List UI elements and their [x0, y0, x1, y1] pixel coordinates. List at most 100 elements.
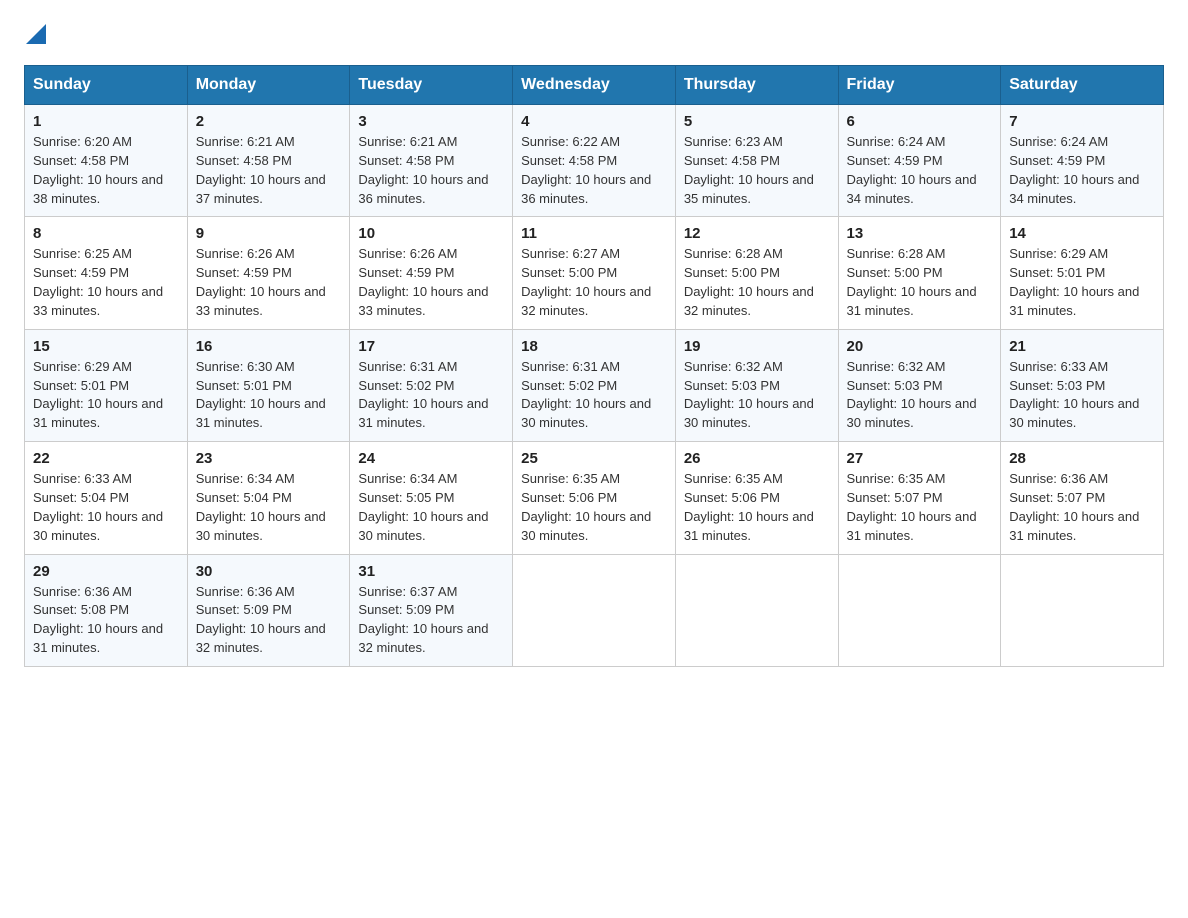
- calendar-cell: 1 Sunrise: 6:20 AMSunset: 4:58 PMDayligh…: [25, 105, 188, 217]
- day-number: 6: [847, 113, 993, 130]
- day-info: Sunrise: 6:35 AMSunset: 5:06 PMDaylight:…: [521, 471, 651, 543]
- calendar-cell: 3 Sunrise: 6:21 AMSunset: 4:58 PMDayligh…: [350, 105, 513, 217]
- day-info: Sunrise: 6:34 AMSunset: 5:04 PMDaylight:…: [196, 471, 326, 543]
- day-number: 1: [33, 113, 179, 130]
- calendar-cell: 29 Sunrise: 6:36 AMSunset: 5:08 PMDaylig…: [25, 554, 188, 666]
- day-number: 17: [358, 338, 504, 355]
- day-number: 11: [521, 225, 667, 242]
- calendar-cell: [1001, 554, 1164, 666]
- calendar-cell: 4 Sunrise: 6:22 AMSunset: 4:58 PMDayligh…: [513, 105, 676, 217]
- col-header-monday: Monday: [187, 66, 350, 105]
- day-number: 31: [358, 563, 504, 580]
- day-number: 16: [196, 338, 342, 355]
- day-info: Sunrise: 6:30 AMSunset: 5:01 PMDaylight:…: [196, 359, 326, 431]
- day-info: Sunrise: 6:21 AMSunset: 4:58 PMDaylight:…: [196, 134, 326, 206]
- calendar-cell: 8 Sunrise: 6:25 AMSunset: 4:59 PMDayligh…: [25, 217, 188, 329]
- col-header-saturday: Saturday: [1001, 66, 1164, 105]
- day-info: Sunrise: 6:21 AMSunset: 4:58 PMDaylight:…: [358, 134, 488, 206]
- calendar-table: SundayMondayTuesdayWednesdayThursdayFrid…: [24, 65, 1164, 667]
- calendar-cell: 20 Sunrise: 6:32 AMSunset: 5:03 PMDaylig…: [838, 329, 1001, 441]
- day-info: Sunrise: 6:24 AMSunset: 4:59 PMDaylight:…: [1009, 134, 1139, 206]
- calendar-cell: 23 Sunrise: 6:34 AMSunset: 5:04 PMDaylig…: [187, 442, 350, 554]
- calendar-cell: 11 Sunrise: 6:27 AMSunset: 5:00 PMDaylig…: [513, 217, 676, 329]
- calendar-cell: 16 Sunrise: 6:30 AMSunset: 5:01 PMDaylig…: [187, 329, 350, 441]
- calendar-cell: 25 Sunrise: 6:35 AMSunset: 5:06 PMDaylig…: [513, 442, 676, 554]
- calendar-cell: 21 Sunrise: 6:33 AMSunset: 5:03 PMDaylig…: [1001, 329, 1164, 441]
- day-number: 29: [33, 563, 179, 580]
- day-info: Sunrise: 6:32 AMSunset: 5:03 PMDaylight:…: [684, 359, 814, 431]
- day-info: Sunrise: 6:23 AMSunset: 4:58 PMDaylight:…: [684, 134, 814, 206]
- day-number: 28: [1009, 450, 1155, 467]
- calendar-cell: 10 Sunrise: 6:26 AMSunset: 4:59 PMDaylig…: [350, 217, 513, 329]
- calendar-cell: 5 Sunrise: 6:23 AMSunset: 4:58 PMDayligh…: [675, 105, 838, 217]
- logo: [24, 24, 46, 49]
- day-info: Sunrise: 6:24 AMSunset: 4:59 PMDaylight:…: [847, 134, 977, 206]
- col-header-friday: Friday: [838, 66, 1001, 105]
- day-number: 4: [521, 113, 667, 130]
- day-info: Sunrise: 6:26 AMSunset: 4:59 PMDaylight:…: [196, 246, 326, 318]
- calendar-cell: 13 Sunrise: 6:28 AMSunset: 5:00 PMDaylig…: [838, 217, 1001, 329]
- calendar-week-row: 29 Sunrise: 6:36 AMSunset: 5:08 PMDaylig…: [25, 554, 1164, 666]
- calendar-cell: 14 Sunrise: 6:29 AMSunset: 5:01 PMDaylig…: [1001, 217, 1164, 329]
- calendar-week-row: 1 Sunrise: 6:20 AMSunset: 4:58 PMDayligh…: [25, 105, 1164, 217]
- day-info: Sunrise: 6:20 AMSunset: 4:58 PMDaylight:…: [33, 134, 163, 206]
- calendar-cell: 28 Sunrise: 6:36 AMSunset: 5:07 PMDaylig…: [1001, 442, 1164, 554]
- day-number: 25: [521, 450, 667, 467]
- day-info: Sunrise: 6:22 AMSunset: 4:58 PMDaylight:…: [521, 134, 651, 206]
- day-info: Sunrise: 6:29 AMSunset: 5:01 PMDaylight:…: [1009, 246, 1139, 318]
- calendar-cell: 9 Sunrise: 6:26 AMSunset: 4:59 PMDayligh…: [187, 217, 350, 329]
- col-header-wednesday: Wednesday: [513, 66, 676, 105]
- day-number: 14: [1009, 225, 1155, 242]
- day-number: 10: [358, 225, 504, 242]
- day-info: Sunrise: 6:31 AMSunset: 5:02 PMDaylight:…: [521, 359, 651, 431]
- calendar-cell: [838, 554, 1001, 666]
- calendar-cell: 22 Sunrise: 6:33 AMSunset: 5:04 PMDaylig…: [25, 442, 188, 554]
- calendar-week-row: 15 Sunrise: 6:29 AMSunset: 5:01 PMDaylig…: [25, 329, 1164, 441]
- calendar-cell: 30 Sunrise: 6:36 AMSunset: 5:09 PMDaylig…: [187, 554, 350, 666]
- calendar-cell: 24 Sunrise: 6:34 AMSunset: 5:05 PMDaylig…: [350, 442, 513, 554]
- calendar-cell: 18 Sunrise: 6:31 AMSunset: 5:02 PMDaylig…: [513, 329, 676, 441]
- day-info: Sunrise: 6:28 AMSunset: 5:00 PMDaylight:…: [684, 246, 814, 318]
- calendar-cell: 2 Sunrise: 6:21 AMSunset: 4:58 PMDayligh…: [187, 105, 350, 217]
- col-header-thursday: Thursday: [675, 66, 838, 105]
- day-number: 22: [33, 450, 179, 467]
- calendar-week-row: 22 Sunrise: 6:33 AMSunset: 5:04 PMDaylig…: [25, 442, 1164, 554]
- day-info: Sunrise: 6:25 AMSunset: 4:59 PMDaylight:…: [33, 246, 163, 318]
- day-info: Sunrise: 6:37 AMSunset: 5:09 PMDaylight:…: [358, 584, 488, 656]
- day-info: Sunrise: 6:31 AMSunset: 5:02 PMDaylight:…: [358, 359, 488, 431]
- day-number: 27: [847, 450, 993, 467]
- day-info: Sunrise: 6:33 AMSunset: 5:03 PMDaylight:…: [1009, 359, 1139, 431]
- calendar-cell: 31 Sunrise: 6:37 AMSunset: 5:09 PMDaylig…: [350, 554, 513, 666]
- calendar-cell: 15 Sunrise: 6:29 AMSunset: 5:01 PMDaylig…: [25, 329, 188, 441]
- day-number: 26: [684, 450, 830, 467]
- calendar-cell: 6 Sunrise: 6:24 AMSunset: 4:59 PMDayligh…: [838, 105, 1001, 217]
- day-number: 7: [1009, 113, 1155, 130]
- day-info: Sunrise: 6:36 AMSunset: 5:07 PMDaylight:…: [1009, 471, 1139, 543]
- day-number: 21: [1009, 338, 1155, 355]
- day-number: 9: [196, 225, 342, 242]
- day-number: 30: [196, 563, 342, 580]
- calendar-header-row: SundayMondayTuesdayWednesdayThursdayFrid…: [25, 66, 1164, 105]
- day-number: 19: [684, 338, 830, 355]
- calendar-cell: 7 Sunrise: 6:24 AMSunset: 4:59 PMDayligh…: [1001, 105, 1164, 217]
- day-number: 18: [521, 338, 667, 355]
- day-number: 24: [358, 450, 504, 467]
- day-info: Sunrise: 6:29 AMSunset: 5:01 PMDaylight:…: [33, 359, 163, 431]
- day-info: Sunrise: 6:32 AMSunset: 5:03 PMDaylight:…: [847, 359, 977, 431]
- day-info: Sunrise: 6:36 AMSunset: 5:08 PMDaylight:…: [33, 584, 163, 656]
- day-info: Sunrise: 6:33 AMSunset: 5:04 PMDaylight:…: [33, 471, 163, 543]
- day-number: 5: [684, 113, 830, 130]
- day-info: Sunrise: 6:35 AMSunset: 5:06 PMDaylight:…: [684, 471, 814, 543]
- day-info: Sunrise: 6:28 AMSunset: 5:00 PMDaylight:…: [847, 246, 977, 318]
- calendar-cell: [513, 554, 676, 666]
- calendar-cell: 27 Sunrise: 6:35 AMSunset: 5:07 PMDaylig…: [838, 442, 1001, 554]
- day-number: 23: [196, 450, 342, 467]
- calendar-cell: 26 Sunrise: 6:35 AMSunset: 5:06 PMDaylig…: [675, 442, 838, 554]
- day-number: 12: [684, 225, 830, 242]
- col-header-tuesday: Tuesday: [350, 66, 513, 105]
- logo-triangle-icon: [26, 24, 46, 44]
- calendar-cell: [675, 554, 838, 666]
- day-number: 15: [33, 338, 179, 355]
- calendar-week-row: 8 Sunrise: 6:25 AMSunset: 4:59 PMDayligh…: [25, 217, 1164, 329]
- day-info: Sunrise: 6:26 AMSunset: 4:59 PMDaylight:…: [358, 246, 488, 318]
